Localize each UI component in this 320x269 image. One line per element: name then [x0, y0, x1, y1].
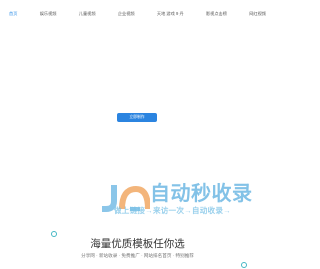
description-text: 分享网 · 新站收录 · 免费推广 · 网站排名首页 · 特别推荐 — [81, 253, 194, 258]
nav-item-enterprise-video[interactable]: 企业视频 — [115, 9, 138, 18]
tagline: 海量优质模板任你选 — [90, 238, 185, 250]
brand-title: 自动秒收录 — [150, 183, 253, 205]
brand-subtitle: 做上链接→来访一次→自动收录→ — [114, 206, 231, 215]
nav-item-entertainment-video[interactable]: 娱乐视频 — [37, 9, 60, 18]
nav-item-movie-ranking[interactable]: 影视点击榜 — [203, 9, 230, 18]
ring-decoration-icon — [241, 262, 247, 268]
create-now-button[interactable]: 立即制作 — [117, 113, 157, 122]
nav-item-games[interactable]: 天地 游戏 9 丹 — [154, 9, 187, 18]
brand-banner: 自动秒收录 做上链接→来访一次→自动收录→ — [100, 181, 275, 221]
nav-item-home[interactable]: 首页 — [6, 9, 20, 18]
nav-item-influencer-video[interactable]: 网红视频 — [246, 9, 269, 18]
top-nav: 首页 娱乐视频 儿童视频 企业视频 天地 游戏 9 丹 影视点击榜 网红视频 — [0, 0, 275, 26]
nav-item-kids-video[interactable]: 儿童视频 — [76, 9, 99, 18]
